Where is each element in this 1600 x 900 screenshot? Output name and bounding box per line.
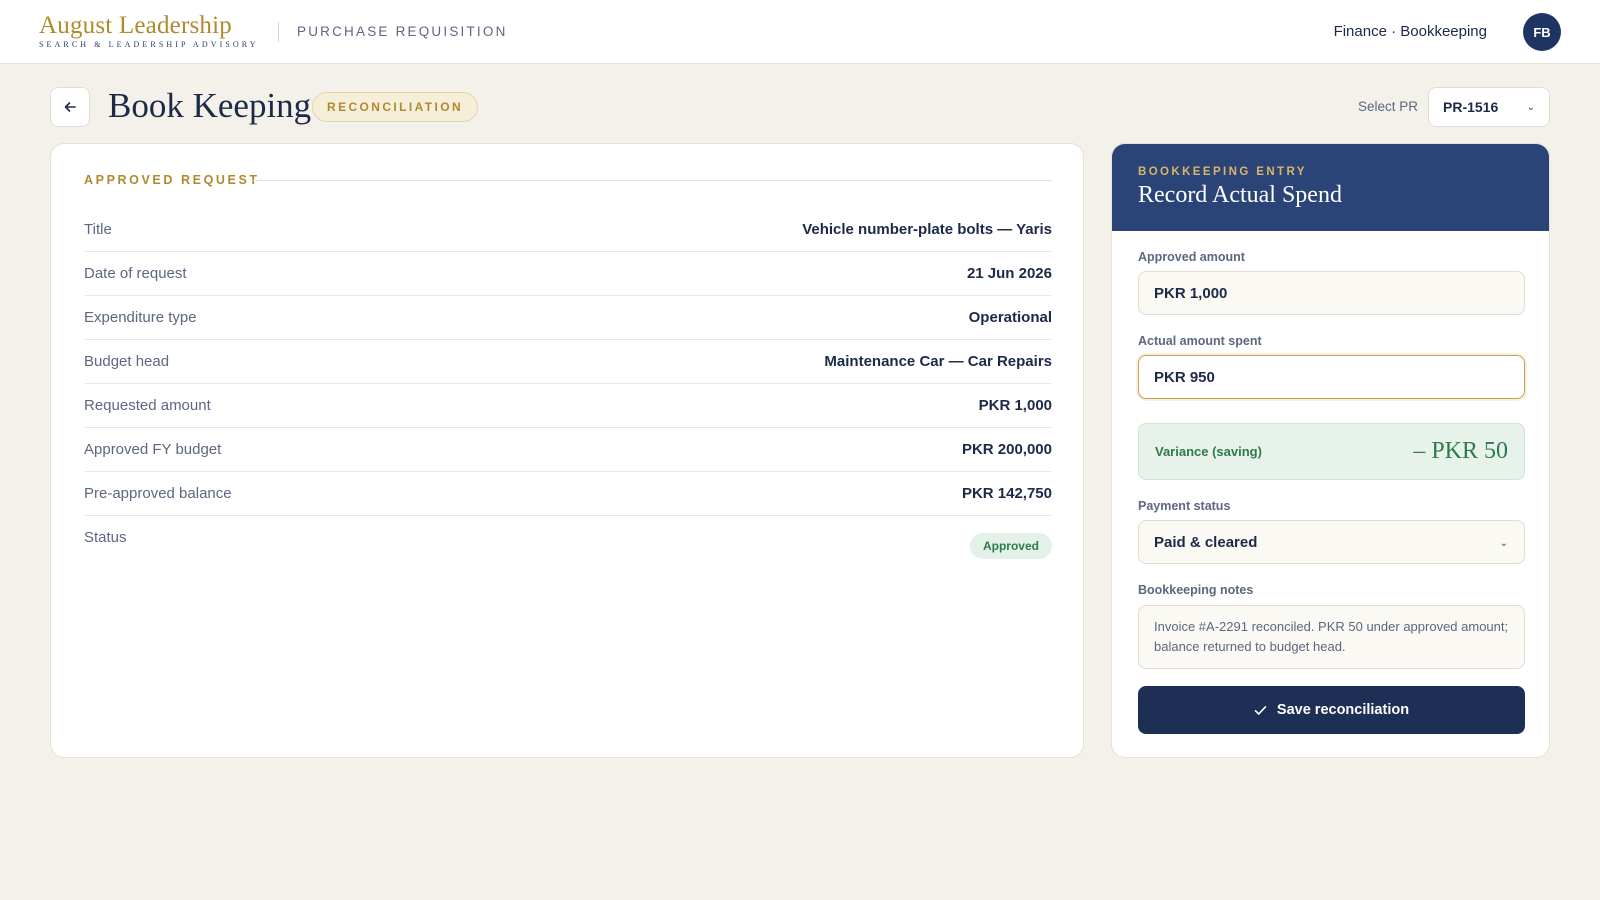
detail-value: Operational <box>968 309 1052 326</box>
detail-value: 21 Jun 2026 <box>966 265 1052 282</box>
variance-value: – PKR 50 <box>1413 438 1508 464</box>
select-pr-label: Select PR <box>1357 99 1418 114</box>
detail-row: Requested amount PKR 1,000 <box>84 384 1052 428</box>
detail-row: Pre-approved balance PKR 142,750 <box>84 472 1052 516</box>
entry-header: BOOKKEEPING ENTRY Record Actual Spend <box>1112 144 1549 231</box>
entry-eyebrow: BOOKKEEPING ENTRY <box>1138 166 1307 178</box>
detail-row: Date of request 21 Jun 2026 <box>84 252 1052 296</box>
detail-row: Budget head Maintenance Car — Car Repair… <box>84 340 1052 384</box>
approved-amount-field[interactable]: PKR 1,000 <box>1138 271 1525 315</box>
detail-value: PKR 200,000 <box>961 441 1052 458</box>
payment-status-select[interactable]: Paid & cleared ⌄ <box>1138 520 1525 564</box>
header-divider <box>278 22 279 42</box>
check-icon <box>1254 705 1267 715</box>
detail-value: Vehicle number-plate bolts — Yaris <box>802 221 1052 238</box>
detail-row: Expenditure type Operational <box>84 296 1052 340</box>
variance-box: Variance (saving) – PKR 50 <box>1138 423 1525 480</box>
section-divider <box>253 180 1052 181</box>
module-title: PURCHASE REQUISITION <box>297 24 508 39</box>
arrow-left-icon <box>64 102 76 112</box>
avatar[interactable]: FB <box>1523 13 1561 51</box>
status-row: Status Approved <box>84 516 1052 560</box>
select-pr-value: PR-1516 <box>1443 99 1499 115</box>
detail-row: Title Vehicle number-plate bolts — Yaris <box>84 208 1052 252</box>
status-label: Status <box>84 529 127 546</box>
detail-label: Budget head <box>84 353 170 370</box>
approved-amount-label: Approved amount <box>1138 250 1245 264</box>
detail-value: PKR 1,000 <box>978 397 1052 414</box>
brand-logo[interactable]: August Leadership SEARCH & LEADERSHIP AD… <box>39 12 259 50</box>
payment-status-label: Payment status <box>1138 499 1231 513</box>
chevron-down-icon: ⌄ <box>1526 102 1535 113</box>
detail-label: Approved FY budget <box>84 441 222 458</box>
back-button[interactable] <box>50 87 90 127</box>
page-title: Book Keeping <box>108 86 312 125</box>
payment-status-value: Paid & cleared <box>1154 533 1258 551</box>
actual-amount-label: Actual amount spent <box>1138 334 1262 348</box>
brand-tagline: SEARCH & LEADERSHIP ADVISORY <box>39 40 259 49</box>
top-bar: August Leadership SEARCH & LEADERSHIP AD… <box>0 0 1600 64</box>
select-pr-dropdown[interactable]: PR-1516 ⌄ <box>1428 87 1550 127</box>
detail-label: Expenditure type <box>84 309 197 326</box>
status-badge: Approved <box>969 533 1052 559</box>
reconciliation-badge: RECONCILIATION <box>312 92 479 122</box>
detail-label: Date of request <box>84 265 187 282</box>
approved-request-card: APPROVED REQUEST Title Vehicle number-pl… <box>50 143 1084 758</box>
save-reconciliation-button[interactable]: Save reconciliation <box>1138 686 1525 734</box>
detail-value: PKR 142,750 <box>961 485 1052 502</box>
notes-label: Bookkeeping notes <box>1138 583 1254 597</box>
actual-amount-field[interactable]: PKR 950 <box>1138 355 1525 399</box>
bookkeeping-entry-card: BOOKKEEPING ENTRY Record Actual Spend Ap… <box>1111 143 1550 758</box>
brand-name: August Leadership <box>39 12 232 39</box>
variance-label: Variance (saving) <box>1155 444 1262 459</box>
detail-label: Requested amount <box>84 397 211 414</box>
detail-row: Approved FY budget PKR 200,000 <box>84 428 1052 472</box>
detail-label: Title <box>84 221 112 238</box>
entry-title: Record Actual Spend <box>1138 182 1342 208</box>
bookkeeping-notes-textarea[interactable]: Invoice #A-2291 reconciled. PKR 50 under… <box>1138 605 1525 669</box>
section-title: APPROVED REQUEST <box>84 173 260 187</box>
request-details: Title Vehicle number-plate bolts — Yaris… <box>84 208 1052 560</box>
user-role: Finance · Bookkeeping <box>1333 23 1487 40</box>
save-button-label: Save reconciliation <box>1276 702 1410 718</box>
detail-label: Pre-approved balance <box>84 485 232 502</box>
chevron-down-icon: ⌄ <box>1499 538 1508 549</box>
detail-value: Maintenance Car — Car Repairs <box>824 353 1052 370</box>
